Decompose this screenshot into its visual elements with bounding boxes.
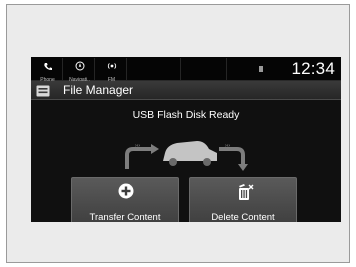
signal-icon bbox=[259, 66, 263, 72]
transfer-content-label: Transfer Content bbox=[89, 212, 161, 222]
file-manager-icon bbox=[36, 84, 50, 102]
plus-circle-icon bbox=[118, 183, 134, 204]
status-slot bbox=[129, 58, 181, 80]
title-bar: File Manager bbox=[31, 81, 341, 100]
page-frame: Phone Navigati.. FM 12:34 File Manager U… bbox=[6, 4, 350, 263]
radio-icon bbox=[107, 58, 117, 76]
delete-content-label: Delete Content bbox=[211, 212, 275, 222]
navigation-button[interactable]: Navigati.. bbox=[65, 58, 95, 83]
usb-status-message: USB Flash Disk Ready bbox=[132, 109, 240, 121]
clock: 12:34 bbox=[291, 59, 335, 78]
status-bar: Phone Navigati.. FM 12:34 bbox=[31, 57, 341, 83]
status-slot bbox=[181, 58, 227, 80]
car-transfer-icon: ››› ››› bbox=[121, 135, 251, 176]
fm-button[interactable]: FM bbox=[97, 58, 127, 83]
transfer-content-button[interactable]: Transfer Content bbox=[71, 177, 179, 222]
infotainment-screen: Phone Navigati.. FM 12:34 File Manager U… bbox=[31, 57, 341, 222]
trash-icon bbox=[236, 183, 254, 206]
delete-content-button[interactable]: Delete Content bbox=[189, 177, 297, 222]
svg-text:›››: ››› bbox=[135, 143, 140, 149]
page-title: File Manager bbox=[63, 83, 134, 97]
compass-icon bbox=[75, 58, 85, 76]
phone-icon bbox=[43, 58, 53, 76]
phone-button[interactable]: Phone bbox=[33, 58, 63, 83]
svg-text:›››: ››› bbox=[225, 143, 230, 149]
